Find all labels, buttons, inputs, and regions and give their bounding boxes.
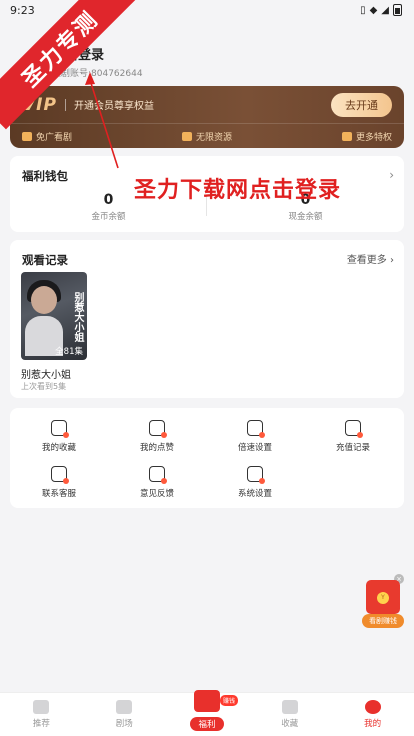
tab-recommend[interactable]: 推荐 [0,693,83,736]
poster-title: 别惹大小姐 [72,292,83,342]
profile-icon [364,700,381,714]
drama-name[interactable]: 别惹大小姐 [21,366,71,381]
tool-recharge[interactable]: 充值记录 [304,420,402,453]
perk-ad-free[interactable]: 免广看剧 [22,130,72,143]
status-time: 9:23 [10,3,35,17]
star-icon [281,700,298,714]
like-icon [149,420,167,438]
vip-card[interactable]: VIP 开通会员尊享权益 去开通 免广看剧 无限资源 更多特权 [10,86,404,148]
wallet-title: 福利钱包 [22,169,68,183]
vibrate-icon: ▯ [360,4,366,16]
chat-icon [51,466,69,484]
red-packet-icon[interactable]: Y [366,580,400,614]
wallet-icon [345,420,363,438]
bottom-tabbar: 推荐 剧场 福利 收藏 我的 赚钱 [0,690,414,736]
tool-likes[interactable]: 我的点赞 [108,420,206,453]
signal-icon: ◢ [381,4,389,16]
chevron-right-icon[interactable]: › [389,168,394,182]
tab-favorites[interactable]: 收藏 [248,693,331,736]
episode-count: 全81集 [55,347,83,357]
tool-support[interactable]: 联系客服 [10,466,108,499]
perk-unlimited[interactable]: 无限资源 [181,130,232,143]
red-packet-widget[interactable]: × Y 看剧赚钱 [362,574,404,630]
new-badge: 赚钱 [220,695,239,706]
tool-settings[interactable]: 系统设置 [206,466,304,499]
perk-more[interactable]: 更多特权 [341,130,392,143]
history-title: 观看记录 [22,253,68,267]
drama-poster[interactable]: 别惹大小姐 全81集 [21,272,87,360]
watch-progress: 上次看到5集 [21,382,67,391]
tools-card: 我的收藏 我的点赞 倍速设置 充值记录 联系客服 意见反馈 系统设置 [10,408,404,508]
battery-icon [393,4,402,16]
vip-open-button[interactable]: 去开通 [331,92,392,117]
tab-theater[interactable]: 剧场 [83,693,166,736]
speed-icon [247,420,265,438]
vip-description: 开通会员尊享权益 [73,101,154,112]
red-packet-label: 看剧赚钱 [362,614,404,628]
theater-icon [116,700,133,714]
play-icon [33,700,50,714]
tool-feedback[interactable]: 意见反馈 [108,466,206,499]
play-box-icon [181,131,192,141]
gear-icon [247,466,265,484]
view-more-link[interactable]: 查看更多 › [347,251,394,266]
wifi-icon: ◆ [369,4,378,16]
feedback-icon [149,466,167,484]
grid-icon [341,131,352,141]
tab-mine[interactable]: 我的 [331,693,414,736]
tool-speed[interactable]: 倍速设置 [206,420,304,453]
coin-icon: Y [377,592,389,604]
vip-perks: 免广看剧 无限资源 更多特权 [10,124,404,148]
status-icons: ▯ ◆ ◢ [360,4,402,16]
history-card: 观看记录 查看更多 › 别惹大小姐 全81集 别惹大小姐 上次看到5集 [10,240,404,398]
favorites-icon [51,420,69,438]
red-envelope-icon [193,690,220,712]
annotation-text: 圣力下载网点击登录 [134,178,342,203]
tv-icon [22,131,32,141]
tool-favorites[interactable]: 我的收藏 [10,420,108,453]
